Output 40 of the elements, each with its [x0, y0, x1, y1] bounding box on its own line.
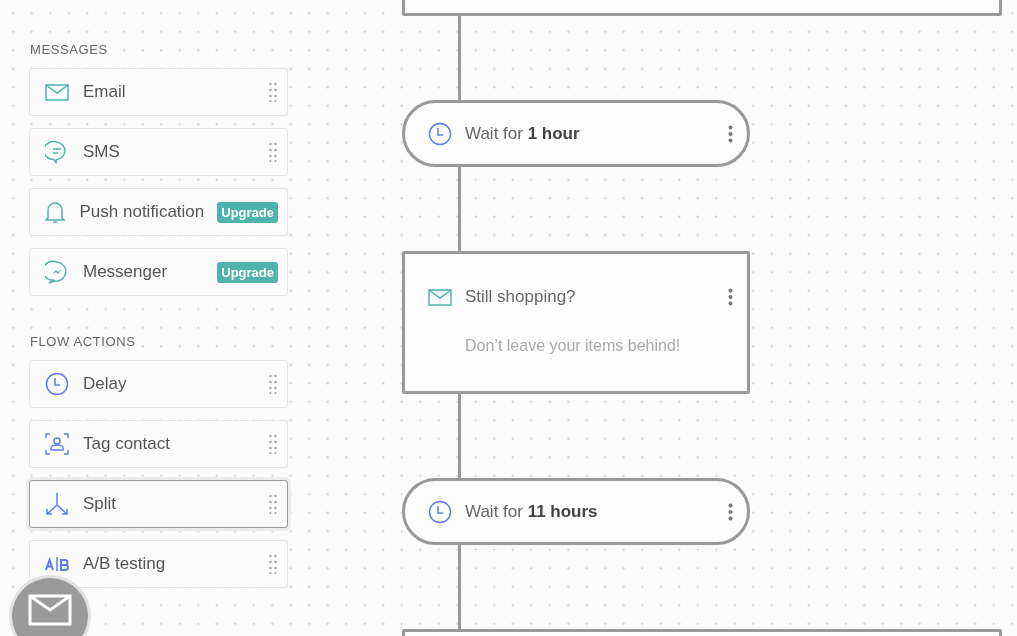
more-options-icon[interactable]: [728, 502, 733, 521]
sidebar-item[interactable]: Delay: [29, 360, 288, 408]
flow-node-card[interactable]: [402, 0, 1002, 16]
sidebar-item[interactable]: SMS: [29, 128, 288, 176]
ab-icon: [45, 556, 69, 572]
clock-icon: [45, 372, 69, 396]
drag-handle-icon[interactable]: [269, 142, 277, 162]
drag-handle-icon[interactable]: [269, 374, 277, 394]
envelope-icon: [428, 288, 452, 306]
email-node[interactable]: Still shopping? Don’t leave your items behind!: [402, 251, 750, 394]
chat-launcher-button[interactable]: [12, 578, 88, 636]
drag-handle-icon[interactable]: [269, 554, 277, 574]
sidebar-item[interactable]: A/B testing: [29, 540, 288, 588]
bell-icon: [44, 200, 67, 224]
messenger-icon: [45, 260, 69, 284]
clock-icon: [428, 499, 452, 524]
section-heading: MESSAGES: [30, 42, 109, 57]
chat-bubble-icon: [45, 140, 69, 164]
sidebar-item[interactable]: Split: [29, 480, 288, 528]
sidebar-item[interactable]: Email: [29, 68, 288, 116]
email-title: Still shopping?: [465, 287, 576, 307]
email-preview-text: Don’t leave your items behind!: [465, 337, 682, 355]
split-arrows-icon: [45, 492, 69, 516]
drag-handle-icon[interactable]: [269, 82, 277, 102]
drag-handle-icon[interactable]: [269, 434, 277, 454]
delay-node[interactable]: Wait for 11 hours: [402, 478, 750, 545]
delay-node[interactable]: Wait for 1 hour: [402, 100, 750, 167]
more-options-icon[interactable]: [728, 288, 733, 306]
clock-icon: [428, 121, 452, 146]
contact-frame-icon: [45, 433, 69, 455]
sidebar-item[interactable]: Messenger Upgrade: [29, 248, 288, 296]
more-options-icon[interactable]: [728, 124, 733, 143]
drag-handle-icon[interactable]: [269, 494, 277, 514]
envelope-icon: [28, 594, 72, 626]
sidebar-item[interactable]: Push notification Upgrade: [29, 188, 288, 236]
envelope-icon: [45, 83, 69, 101]
section-heading: FLOW ACTIONS: [30, 334, 137, 349]
sidebar-item[interactable]: Tag contact: [29, 420, 288, 468]
delay-text: Wait for 11 hours: [465, 501, 598, 522]
delay-text: Wait for 1 hour: [465, 123, 580, 144]
